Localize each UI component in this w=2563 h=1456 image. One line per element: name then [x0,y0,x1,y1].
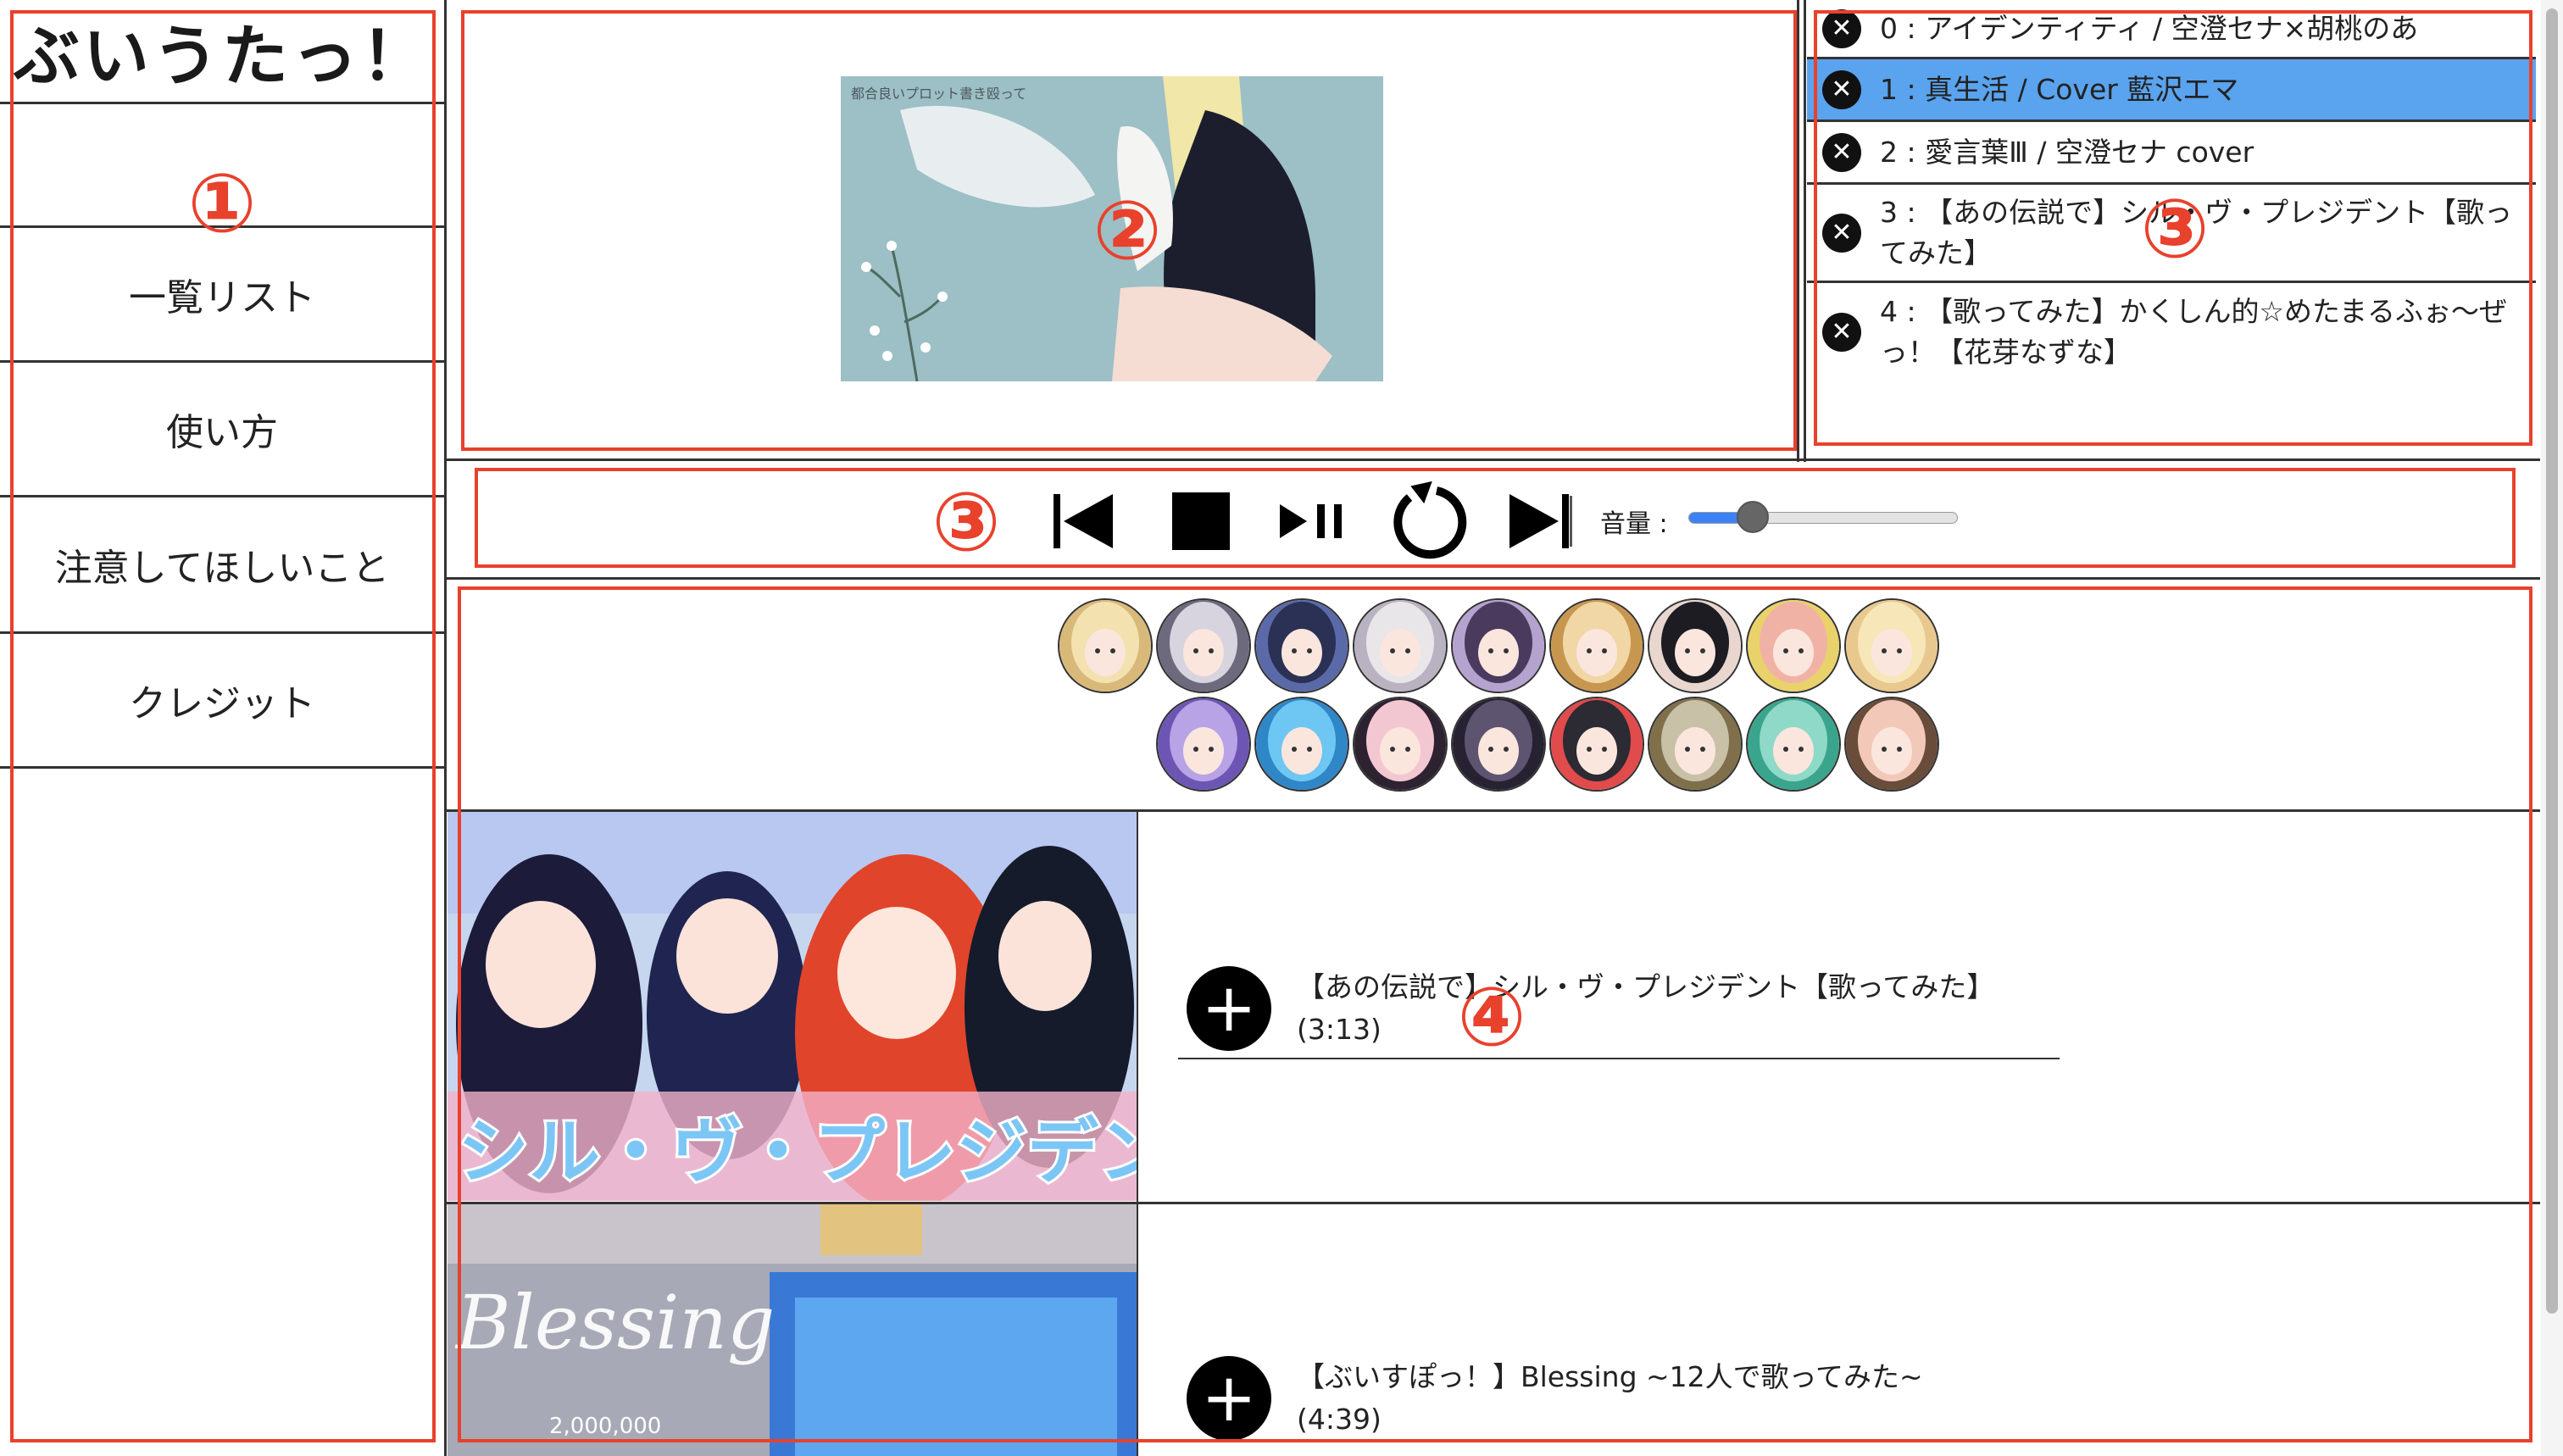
sidebar-divider [444,0,447,1456]
playlist-item-label: 1 : 真生活 / Cover 藍沢エマ [1880,72,2239,106]
close-icon[interactable]: ✕ [1822,132,1861,172]
member-avatar[interactable] [1844,598,1939,693]
playlist-item-label: 0 : アイデンティティ / 空澄セナ×胡桃のあ [1880,11,2419,45]
member-avatar[interactable] [1549,598,1644,693]
skip-next-icon[interactable] [1502,487,1578,555]
playlist-item-active[interactable]: ✕ 1 : 真生活 / Cover 藍沢エマ [1807,59,2536,122]
volume-label: 音量 : [1600,509,1668,539]
member-avatar[interactable] [1156,598,1251,693]
member-avatar[interactable] [1254,598,1349,693]
song-thumbnail[interactable]: Blessing 2,000,000 [448,1204,1137,1456]
scrollbar-thumb[interactable] [2546,8,2558,1314]
video-thumbnail: 都合良いプロット書き殴って [841,76,1383,382]
add-to-playlist-button[interactable]: + [1187,966,1271,1051]
menu-item-list[interactable]: 一覧リスト [0,228,444,360]
member-avatar[interactable] [1746,598,1841,693]
playlist-item[interactable]: ✕ 3 : 【あの伝説で】シル・ヴ・プレジデント【歌ってみた】 [1807,185,2536,283]
member-avatar[interactable] [1353,598,1448,693]
thumbnail-caption: 都合良いプロット書き殴って [851,86,1026,102]
app-logo[interactable]: ぶいうたっ！ [0,0,444,102]
member-avatar[interactable] [1353,697,1448,792]
member-avatar[interactable] [1156,697,1251,792]
member-avatar[interactable] [1844,697,1939,792]
video-player[interactable]: 都合良いプロット書き殴って [841,76,1383,382]
scrollbar[interactable] [2541,0,2563,1456]
add-to-playlist-button[interactable]: + [1187,1356,1271,1441]
playlist-item-label: 2 : 愛言葉Ⅲ / 空澄セナ cover [1880,135,2254,169]
member-avatar[interactable] [1254,697,1349,792]
menu-item-credits[interactable]: クレジット [0,634,444,766]
song-thumbnail-text: シル・ヴ・プレジデント [458,1110,1137,1193]
close-icon[interactable]: ✕ [1822,213,1861,253]
annotation-label-3-controls: ③ [931,475,1001,570]
song-title: 【あの伝説で】シル・ヴ・プレジデント【歌ってみた】 [1297,970,1995,1003]
repeat-icon[interactable] [1383,475,1476,568]
close-icon[interactable]: ✕ [1822,8,1861,48]
playlist-item[interactable]: ✕ 2 : 愛言葉Ⅲ / 空澄セナ cover [1807,122,2536,185]
member-avatar[interactable] [1648,697,1743,792]
play-pause-icon[interactable] [1271,487,1356,555]
menu-item-notes[interactable]: 注意してほしいこと [0,497,444,631]
menu-item-howto[interactable]: 使い方 [0,363,444,495]
volume-slider[interactable] [1688,501,1958,533]
member-avatar[interactable] [1451,697,1546,792]
stop-icon[interactable] [1163,487,1239,555]
close-icon[interactable]: ✕ [1822,313,1861,352]
playlist-item-label: 3 : 【あの伝説で】シル・ヴ・プレジデント【歌ってみた】 [1880,195,2513,270]
annotation-box-controls [475,468,2516,568]
playlist-item[interactable]: ✕ 0 : アイデンティティ / 空澄セナ×胡桃のあ [1807,0,2536,59]
song-duration: (3:13) [1297,1013,1382,1046]
song-thumbnail-text: Blessing [454,1279,775,1366]
video-playlist-divider [1797,0,1799,462]
playlist-item[interactable]: ✕ 4 : 【歌ってみた】かくしん的☆めたまるふぉ〜ぜっ！【花芽なずな】 [1807,283,2536,381]
member-avatar[interactable] [1746,697,1841,792]
member-avatar[interactable] [1549,697,1644,792]
member-avatar[interactable] [1058,598,1153,693]
song-duration: (4:39) [1297,1403,1382,1436]
member-avatar[interactable] [1451,598,1546,693]
song-title: 【ぶいすぽっ！】Blessing ~12人で歌ってみた~ [1297,1360,1923,1393]
skip-previous-icon[interactable] [1044,487,1120,555]
playlist-item-label: 4 : 【歌ってみた】かくしん的☆めたまるふぉ〜ぜっ！【花芽なずな】 [1880,295,2508,369]
song-thumbnail-subtext: 2,000,000 [549,1414,661,1439]
song-thumbnail[interactable]: シル・ヴ・プレジデント [448,812,1137,1201]
member-avatar[interactable] [1648,598,1743,693]
close-icon[interactable]: ✕ [1822,69,1861,109]
volume-thumb[interactable] [1737,501,1769,533]
